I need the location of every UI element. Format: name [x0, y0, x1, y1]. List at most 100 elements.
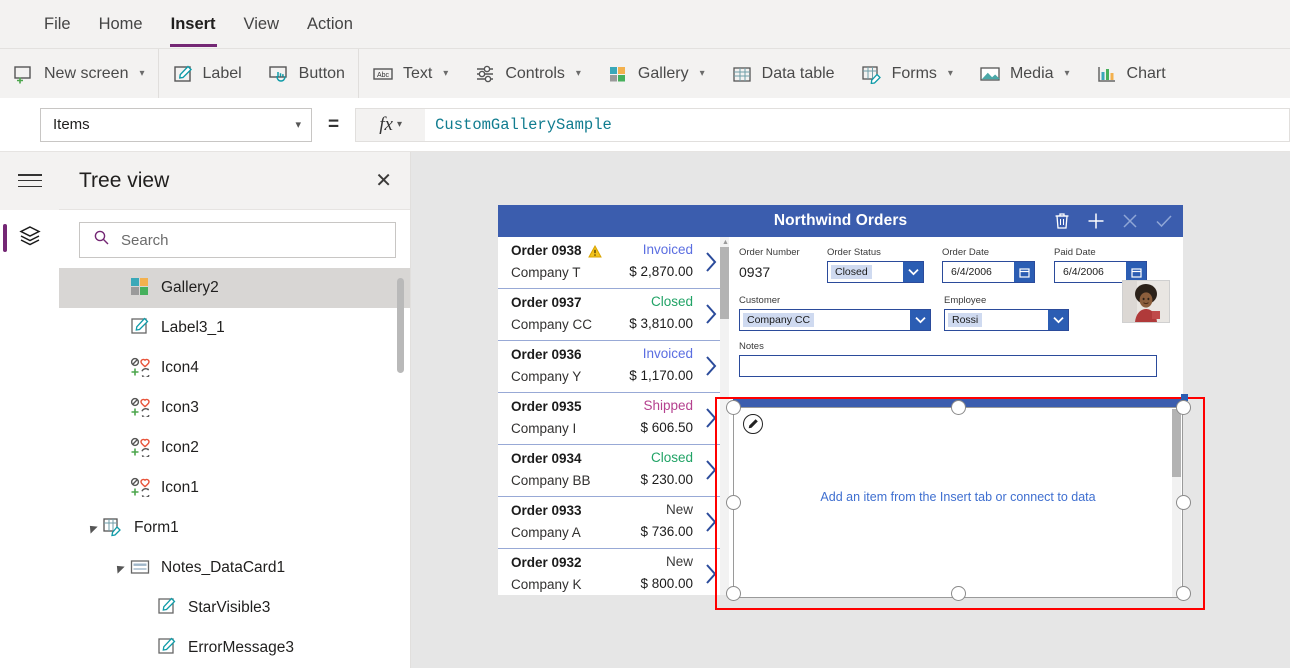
- resize-handle-bottom-left[interactable]: [726, 586, 741, 601]
- text-button[interactable]: Abc Text ▾: [359, 49, 461, 98]
- selected-gallery-scroll-thumb[interactable]: [1172, 409, 1181, 477]
- expand-collapse-icon[interactable]: [81, 522, 103, 534]
- selected-gallery-control[interactable]: Add an item from the Insert tab or conne…: [733, 407, 1183, 598]
- add-icon[interactable]: [1083, 208, 1109, 234]
- search-input[interactable]: Search: [79, 222, 396, 258]
- chevron-down-icon-text: ▾: [443, 68, 449, 79]
- menu-item-file[interactable]: File: [30, 1, 85, 48]
- gallery-item[interactable]: Order 0936 Invoiced Company Y $ 1,170.00: [498, 341, 729, 393]
- forms-button[interactable]: Forms ▾: [848, 49, 966, 98]
- menu-item-view[interactable]: View: [230, 1, 293, 48]
- orders-gallery[interactable]: Order 0938 Invoiced Company T $ 2,870.00 Ord…: [498, 237, 729, 595]
- media-button[interactable]: Media ▾: [966, 49, 1083, 98]
- tree-node-label3_1[interactable]: Label3_1: [59, 308, 410, 348]
- rail-button-tree-view[interactable]: [0, 210, 59, 266]
- datacard-icon: [130, 557, 152, 579]
- pencil-icon[interactable]: [743, 414, 763, 434]
- form-row-2: Customer Company CC Employee Rossi: [739, 295, 1183, 331]
- field-order-status: Order Status Closed: [827, 247, 942, 283]
- chevron-right-icon[interactable]: [705, 511, 718, 533]
- search-icon: [93, 229, 110, 251]
- employee-dropdown[interactable]: Rossi: [944, 309, 1069, 331]
- order-id: Order 0933: [511, 503, 582, 518]
- trash-icon[interactable]: [1049, 208, 1075, 234]
- confirm-icon[interactable]: [1151, 208, 1177, 234]
- new-screen-button[interactable]: New screen ▾: [0, 49, 158, 98]
- tree-node-label: Gallery2: [161, 279, 219, 296]
- ribbon-group-controls: Label Button: [159, 49, 358, 98]
- gallery-item[interactable]: Order 0938 Invoiced Company T $ 2,870.00: [498, 237, 729, 289]
- formula-input[interactable]: CustomGallerySample: [425, 107, 1290, 142]
- order-date-picker[interactable]: 6/4/2006: [942, 261, 1035, 283]
- fx-button[interactable]: fx ▾: [355, 107, 426, 142]
- order-id: Order 0937: [511, 295, 582, 310]
- gallery-scrollbar[interactable]: ▲: [720, 237, 729, 595]
- gallery-item[interactable]: Order 0932 New Company K $ 800.00: [498, 549, 729, 595]
- tree-node-starvisible3[interactable]: StarVisible3: [59, 588, 410, 628]
- gallery-button[interactable]: Gallery ▾: [594, 49, 718, 98]
- chevron-right-icon[interactable]: [705, 251, 718, 273]
- tree-node-form1[interactable]: Form1: [59, 508, 410, 548]
- gallery-item[interactable]: Order 0935 Shipped Company I $ 606.50: [498, 393, 729, 445]
- hamburger-button[interactable]: [0, 152, 59, 210]
- resize-handle-top-right[interactable]: [1176, 400, 1191, 415]
- order-amount: $ 2,870.00: [629, 264, 693, 279]
- label-button[interactable]: Label: [159, 49, 255, 98]
- chevron-right-icon[interactable]: [705, 355, 718, 377]
- chart-button[interactable]: Chart: [1083, 49, 1179, 98]
- order-status: Shipped: [643, 398, 693, 413]
- notes-input[interactable]: [739, 355, 1157, 377]
- chevron-right-icon[interactable]: [705, 563, 718, 585]
- gallery-item[interactable]: Order 0933 New Company A $ 736.00: [498, 497, 729, 549]
- cancel-icon[interactable]: [1117, 208, 1143, 234]
- gallery-item[interactable]: Order 0934 Closed Company BB $ 230.00: [498, 445, 729, 497]
- chevron-down-icon-employee[interactable]: [1048, 310, 1068, 330]
- order-id: Order 0935: [511, 399, 582, 414]
- tree-scrollbar[interactable]: [397, 278, 404, 373]
- menu-item-insert[interactable]: Insert: [157, 1, 230, 48]
- chevron-right-icon[interactable]: [705, 407, 718, 429]
- menu-item-action[interactable]: Action: [293, 1, 367, 48]
- field-label-customer: Customer: [739, 295, 781, 306]
- tree-node-gallery2[interactable]: Gallery2: [59, 268, 410, 308]
- insert-ribbon: New screen ▾ Label Button Abc Text ▾ Con…: [0, 48, 1290, 98]
- app-title: Northwind Orders: [773, 212, 908, 229]
- tree-node-icon2[interactable]: Icon2: [59, 428, 410, 468]
- text-icon: Abc: [372, 64, 394, 84]
- label-icon: [130, 317, 152, 339]
- expand-collapse-icon[interactable]: [108, 562, 130, 574]
- chevron-down-icon-customer[interactable]: [910, 310, 930, 330]
- resize-handle-bottom-right[interactable]: [1176, 586, 1191, 601]
- order-status-dropdown[interactable]: Closed: [827, 261, 924, 283]
- tree-list[interactable]: Gallery2 Label3_1 Icon4 Icon3 Icon2 Icon1 Form…: [59, 268, 410, 668]
- controls-button[interactable]: Controls ▾: [461, 49, 594, 98]
- resize-handle-top-left[interactable]: [726, 400, 741, 415]
- tree-node-notes_datacard1[interactable]: Notes_DataCard1: [59, 548, 410, 588]
- menu-item-home[interactable]: Home: [85, 1, 157, 48]
- calendar-icon-paid-date[interactable]: [1126, 262, 1146, 282]
- order-amount: $ 3,810.00: [629, 316, 693, 331]
- calendar-icon-order-date[interactable]: [1014, 262, 1034, 282]
- button-button[interactable]: Button: [255, 49, 358, 98]
- chevron-right-icon[interactable]: [705, 303, 718, 325]
- resize-handle-top-center[interactable]: [951, 400, 966, 415]
- resize-handle-middle-left[interactable]: [726, 495, 741, 510]
- gallery-item[interactable]: Order 0937 Closed Company CC $ 3,810.00: [498, 289, 729, 341]
- field-label-order-number: Order Number: [739, 247, 800, 258]
- tree-node-icon4[interactable]: Icon4: [59, 348, 410, 388]
- chevron-right-icon[interactable]: [705, 459, 718, 481]
- resize-handle-bottom-center[interactable]: [951, 586, 966, 601]
- tree-node-label: Icon3: [161, 399, 199, 416]
- app-canvas: Northwind Orders Order 0938 Invoiced Com…: [411, 152, 1290, 668]
- tree-node-icon3[interactable]: Icon3: [59, 388, 410, 428]
- field-label-notes: Notes: [739, 341, 764, 352]
- chevron-down-icon-status[interactable]: [903, 262, 923, 282]
- resize-handle-middle-right[interactable]: [1176, 495, 1191, 510]
- close-icon[interactable]: ✕: [375, 171, 392, 191]
- property-select[interactable]: Items ▾: [40, 107, 312, 142]
- tree-node-icon1[interactable]: Icon1: [59, 468, 410, 508]
- gallery-scroll-thumb[interactable]: [720, 247, 729, 319]
- customer-dropdown[interactable]: Company CC: [739, 309, 931, 331]
- tree-node-errormessage3[interactable]: ErrorMessage3: [59, 628, 410, 668]
- data-table-button[interactable]: Data table: [718, 49, 848, 98]
